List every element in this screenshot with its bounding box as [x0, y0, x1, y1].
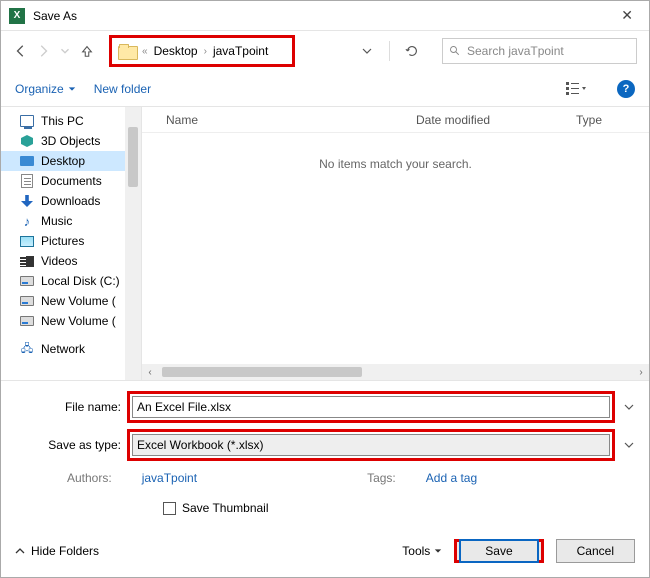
videos-icon [20, 256, 34, 267]
hide-folders-button[interactable]: Hide Folders [15, 544, 99, 558]
save-thumbnail-row: Save Thumbnail [13, 501, 637, 515]
search-input[interactable]: Search javaTpoint [442, 38, 637, 64]
download-icon [21, 195, 33, 207]
sidebar: This PC 3D Objects Desktop Documents Dow… [1, 107, 141, 380]
chevron-right-icon: › [204, 46, 207, 57]
refresh-button[interactable] [402, 41, 422, 61]
tree-this-pc[interactable]: This PC [1, 111, 141, 131]
save-as-dialog: X Save As ✕ « Desktop › javaTpoint [0, 0, 650, 578]
empty-message: No items match your search. [142, 133, 649, 171]
authors-label: Authors: [67, 471, 112, 485]
chevron-down-icon [434, 547, 442, 555]
tags-value[interactable]: Add a tag [426, 471, 477, 485]
sidebar-scrollbar[interactable] [125, 107, 141, 380]
filename-input[interactable] [132, 396, 610, 418]
nav-row: « Desktop › javaTpoint Search javaTpoint [1, 31, 649, 71]
close-button[interactable]: ✕ [613, 3, 641, 28]
column-date[interactable]: Date modified [416, 113, 576, 127]
meta-row: Authors: javaTpoint Tags: Add a tag [13, 471, 637, 485]
save-button[interactable]: Save [459, 539, 538, 563]
tools-button[interactable]: Tools [402, 544, 442, 558]
separator [389, 41, 390, 61]
tree-videos[interactable]: Videos [1, 251, 141, 271]
savetype-dropdown[interactable] [621, 440, 637, 450]
tree-desktop[interactable]: Desktop [1, 151, 141, 171]
file-list: Name Date modified Type No items match y… [141, 107, 649, 380]
disk-icon [20, 316, 34, 326]
scrollbar-thumb[interactable] [162, 367, 362, 377]
tree-downloads[interactable]: Downloads [1, 191, 141, 211]
savetype-value: Excel Workbook (*.xlsx) [137, 438, 263, 452]
folder-icon [118, 44, 136, 58]
organize-button[interactable]: Organize [15, 82, 76, 96]
tags-label: Tags: [367, 471, 396, 485]
savetype-combo[interactable]: Excel Workbook (*.xlsx) [132, 434, 610, 456]
cube-icon [21, 135, 33, 147]
breadcrumb-prefix: « [142, 46, 148, 57]
bottom-panel: File name: Save as type: Excel Workbook … [1, 380, 649, 525]
breadcrumb-javatpoint[interactable]: javaTpoint [213, 44, 268, 58]
save-thumbnail-label: Save Thumbnail [182, 501, 269, 515]
tree-3d-objects[interactable]: 3D Objects [1, 131, 141, 151]
column-name[interactable]: Name [166, 113, 416, 127]
disk-icon [20, 296, 34, 306]
help-button[interactable]: ? [617, 80, 635, 98]
breadcrumb-desktop[interactable]: Desktop [154, 44, 198, 58]
excel-icon: X [9, 8, 25, 24]
column-headers[interactable]: Name Date modified Type [142, 107, 649, 133]
savetype-row: Save as type: Excel Workbook (*.xlsx) [13, 429, 637, 461]
filename-dropdown[interactable] [621, 402, 637, 412]
disk-icon [20, 276, 34, 286]
pictures-icon [20, 236, 34, 247]
column-type[interactable]: Type [576, 113, 649, 127]
chevron-down-icon [68, 85, 76, 93]
filename-label: File name: [13, 400, 121, 414]
new-folder-button[interactable]: New folder [94, 82, 151, 96]
chevron-up-icon [15, 546, 25, 556]
save-thumbnail-checkbox[interactable] [163, 502, 176, 515]
cancel-button[interactable]: Cancel [556, 539, 635, 563]
body: This PC 3D Objects Desktop Documents Dow… [1, 107, 649, 380]
horizontal-scrollbar[interactable]: ‹ › [142, 364, 649, 380]
recent-dropdown[interactable] [57, 43, 73, 59]
tree-music[interactable]: ♪Music [1, 211, 141, 231]
tree-new-volume-1[interactable]: New Volume ( [1, 291, 141, 311]
savetype-label: Save as type: [13, 438, 121, 452]
desktop-icon [20, 156, 34, 166]
tree-network[interactable]: 🖧Network [1, 339, 141, 359]
search-placeholder: Search javaTpoint [467, 44, 564, 58]
scroll-right-button[interactable]: › [633, 364, 649, 380]
forward-button[interactable] [35, 43, 51, 59]
search-icon [449, 45, 461, 57]
back-button[interactable] [13, 43, 29, 59]
up-button[interactable] [79, 43, 95, 59]
address-bar[interactable]: « Desktop › javaTpoint [109, 35, 295, 67]
titlebar: X Save As ✕ [1, 1, 649, 31]
toolbar: Organize New folder ? [1, 71, 649, 107]
music-icon: ♪ [19, 214, 35, 228]
window-title: Save As [33, 9, 613, 23]
address-dropdown[interactable] [357, 39, 377, 63]
tree-documents[interactable]: Documents [1, 171, 141, 191]
save-button-highlight: Save [454, 539, 543, 563]
authors-value[interactable]: javaTpoint [142, 471, 197, 485]
scroll-left-button[interactable]: ‹ [142, 364, 158, 380]
tree-new-volume-2[interactable]: New Volume ( [1, 311, 141, 331]
view-options-button[interactable] [563, 78, 589, 100]
filename-row: File name: [13, 391, 637, 423]
pc-icon [20, 115, 34, 127]
tree-local-disk-c[interactable]: Local Disk (C:) [1, 271, 141, 291]
network-icon: 🖧 [19, 342, 35, 356]
tree-pictures[interactable]: Pictures [1, 231, 141, 251]
document-icon [21, 174, 33, 188]
footer: Hide Folders Tools Save Cancel [1, 525, 649, 577]
